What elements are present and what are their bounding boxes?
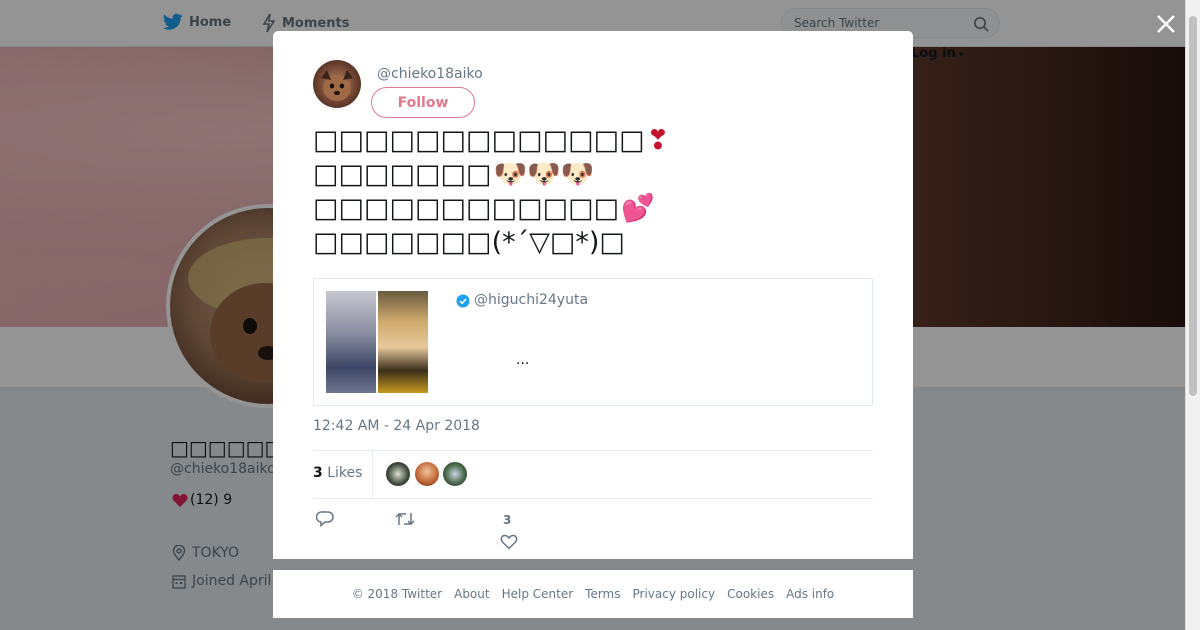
author-avatar[interactable] bbox=[313, 60, 361, 108]
two-hearts-emoji-icon: 💕 bbox=[621, 193, 655, 224]
quoted-tweet-text: ... bbox=[516, 352, 530, 368]
footer-link-ads-info[interactable]: Ads info bbox=[786, 587, 834, 601]
footer-link-privacy[interactable]: Privacy policy bbox=[633, 587, 716, 601]
tweet-line-text: □□□□□□□ bbox=[313, 159, 492, 190]
likes-label: Likes bbox=[327, 465, 363, 481]
tweet-modal: @chieko18aiko Follow □□□□□□□□□□□□□ ❣ □□□… bbox=[273, 31, 913, 559]
tweet-line-text: □□□□□□□□□□□□□ bbox=[313, 125, 645, 156]
reply-icon[interactable] bbox=[316, 511, 334, 527]
tweet-line: □□□□□□□□□□□□□ ❣ bbox=[313, 124, 669, 158]
like-action-count: 3 bbox=[503, 513, 512, 527]
quoted-tweet-handle: @higuchi24yuta bbox=[474, 292, 589, 308]
author-handle[interactable]: @chieko18aiko bbox=[377, 66, 483, 82]
liker-avatar[interactable] bbox=[443, 462, 467, 486]
footer-link-cookies[interactable]: Cookies bbox=[727, 587, 774, 601]
quoted-tweet-card[interactable]: @higuchi24yuta ... bbox=[313, 278, 873, 406]
footer-link-help-center[interactable]: Help Center bbox=[502, 587, 574, 601]
page-scrollbar[interactable] bbox=[1185, 0, 1200, 630]
likes-count: 3 bbox=[313, 465, 323, 481]
scrollbar-thumb[interactable] bbox=[1189, 16, 1197, 396]
tweet-line: □□□□□□□(*´▽□*)□ bbox=[313, 226, 669, 260]
footer-copyright: © 2018 Twitter bbox=[351, 587, 443, 601]
heart-exclamation-emoji-icon: ❣ bbox=[646, 125, 670, 156]
verified-badge-icon bbox=[456, 294, 470, 308]
close-icon[interactable] bbox=[1152, 10, 1180, 38]
retweet-icon[interactable] bbox=[395, 511, 415, 527]
tweet-timestamp[interactable]: 12:42 AM - 24 Apr 2018 bbox=[313, 418, 480, 434]
liker-avatar[interactable] bbox=[415, 462, 439, 486]
likes-stat[interactable]: 3 Likes bbox=[313, 465, 362, 481]
quoted-photo-1 bbox=[326, 291, 376, 393]
quoted-photo-2 bbox=[378, 291, 428, 393]
tweet-line-text: □□□□□□□□□□□□ bbox=[313, 193, 620, 224]
footer-link-about[interactable]: About bbox=[454, 587, 489, 601]
dog-emoji-icon: 🐶🐶🐶 bbox=[493, 159, 595, 190]
tweet-line: □□□□□□□ 🐶🐶🐶 bbox=[313, 158, 669, 192]
follow-button[interactable]: Follow bbox=[371, 87, 475, 118]
tweet-line-text: □□□□□□□(*´▽□*)□ bbox=[313, 227, 625, 258]
stats-divider bbox=[372, 451, 373, 498]
tweet-text: □□□□□□□□□□□□□ ❣ □□□□□□□ 🐶🐶🐶 □□□□□□□□□□□□… bbox=[313, 124, 669, 260]
like-heart-icon[interactable] bbox=[500, 534, 518, 550]
liker-avatar[interactable] bbox=[386, 462, 410, 486]
tweet-line: □□□□□□□□□□□□ 💕 bbox=[313, 192, 669, 226]
footer-link-terms[interactable]: Terms bbox=[585, 587, 620, 601]
modal-footer: © 2018 Twitter About Help Center Terms P… bbox=[273, 570, 913, 618]
dog-avatar-photo bbox=[321, 70, 353, 101]
tweet-stats-row: 3 Likes bbox=[313, 450, 873, 499]
